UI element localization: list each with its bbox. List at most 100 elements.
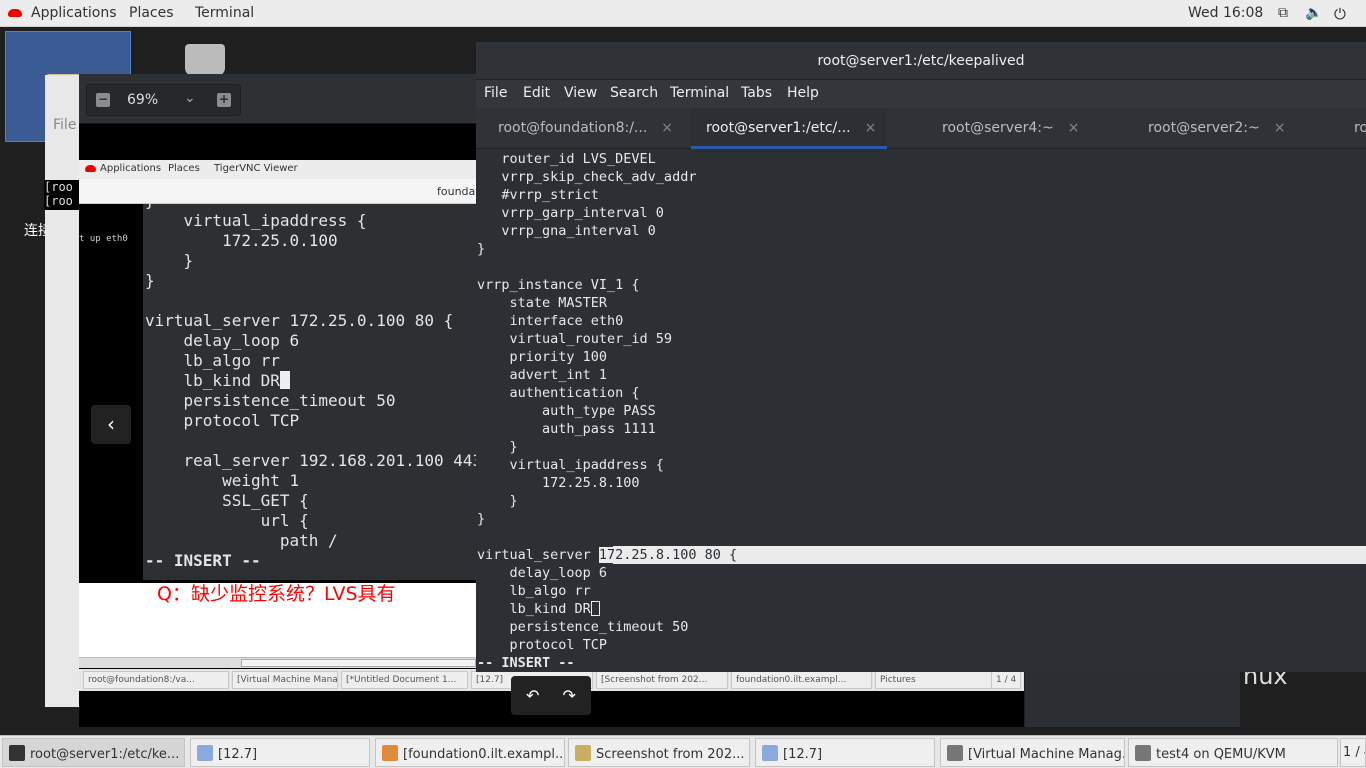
places-menu[interactable]: Places (129, 5, 174, 21)
terminal-window[interactable]: root@server1:/etc/keepalived File Edit Vie… (476, 42, 1366, 672)
tab-label[interactable]: root@server1:/etc/... (706, 120, 851, 136)
menu-search[interactable]: Search (610, 85, 658, 101)
code-line: } (145, 251, 194, 270)
code-line: authentication { (477, 385, 640, 401)
taskbar-item[interactable]: root@server1:/etc/ke... (2, 738, 185, 767)
top-panel: Applications Places Terminal Wed 16:08 ⧉… (0, 0, 1366, 27)
rotate-buttons[interactable]: ↶ ↷ (511, 676, 591, 715)
code-line: SSL_GET { (145, 491, 309, 510)
taskbar-label[interactable]: test4 on QEMU/KVM (1156, 747, 1286, 762)
taskbar-item[interactable]: [12.7] (190, 738, 370, 767)
terminal-tabs: root@foundation8:/... × root@server1:/etc/… (476, 108, 1366, 149)
code-line: virtual_ipaddress { (477, 457, 664, 473)
code-line: persistence_timeout 50 (477, 619, 689, 635)
tab-label[interactable]: root@foundation8:/... (498, 120, 647, 136)
inner-document: Q：缺少监控系统？LVS具有 (79, 583, 476, 657)
viewer-header: − 69% ⌄ + (79, 74, 479, 124)
terminal-tab[interactable]: root@server4:~ × (887, 108, 1093, 149)
chevron-down-icon[interactable]: ⌄ (184, 90, 196, 106)
taskbar-label[interactable]: [Virtual Machine Manag... (968, 747, 1124, 762)
document-text: Q：缺少监控系统？LVS具有 (157, 583, 396, 605)
inner-taskbar-item: [*Untitled Document 1... (341, 671, 468, 689)
tab-label[interactable]: root@server2:~ (1148, 120, 1260, 136)
close-tab-icon[interactable]: × (865, 120, 877, 136)
vim-mode: -- INSERT -- (145, 551, 261, 570)
taskbar-label[interactable]: root@server1:/etc/ke... (30, 747, 179, 762)
virt-manager-icon (1135, 745, 1151, 761)
code-line: lb_kind DR (477, 600, 1366, 618)
zoom-level[interactable]: 69% (127, 92, 158, 108)
taskbar-label[interactable]: [12.7] (783, 747, 822, 762)
trash-icon[interactable] (185, 44, 225, 76)
inner-vim-editor: } virtual_ipaddress { 172.25.0.100 }} vir… (143, 204, 476, 580)
file-menu[interactable]: File (53, 117, 76, 133)
code-line: vrrp_skip_check_adv_addr (477, 169, 697, 185)
taskbar-label[interactable]: [12.7] (218, 747, 257, 762)
menu-file[interactable]: File (484, 85, 507, 101)
terminal-tab[interactable]: ro (1300, 108, 1366, 149)
tab-label[interactable]: root@server4:~ (942, 120, 1054, 136)
inner-workspace-pager: 1 / 4 (991, 671, 1021, 689)
inner-applications-menu: Applications (100, 163, 162, 174)
menu-help[interactable]: Help (787, 85, 819, 101)
rotate-right-icon[interactable]: ↷ (563, 686, 576, 705)
code-line: virtual_router_id 59 (477, 331, 673, 347)
close-tab-icon[interactable]: × (1068, 120, 1080, 136)
zoom-control[interactable]: − 69% ⌄ + (86, 84, 241, 116)
taskbar-label[interactable]: [foundation0.ilt.exampl... (403, 747, 564, 762)
taskbar-item[interactable]: [Virtual Machine Manag... (940, 738, 1125, 767)
terminal-tab[interactable]: root@foundation8:/... × (476, 108, 691, 149)
clock[interactable]: Wed 16:08 (1188, 5, 1263, 21)
inner-taskbar-item: [Screenshot from 202... (596, 671, 728, 689)
code-line: auth_type PASS (477, 403, 656, 419)
power-icon[interactable]: ⏻ (1334, 5, 1346, 23)
inner-scrollbar (79, 657, 476, 668)
previous-image-button[interactable]: ‹ (91, 405, 131, 444)
redhat-icon (8, 9, 22, 17)
network-icon[interactable]: ⧉ (1278, 5, 1288, 21)
code-line: vrrp_instance VI_1 { (477, 277, 640, 293)
code-line: virtual_server 172.25.8.100 80 { (477, 546, 1366, 564)
document-icon (762, 745, 778, 761)
inner-taskbar-item: Pictures (875, 671, 1000, 689)
code-line: } (477, 241, 486, 257)
terminal-vim-editor[interactable]: router_id LVS_DEVEL vrrp_skip_check_adv_… (477, 150, 1366, 672)
taskbar-item[interactable]: test4 on QEMU/KVM (1128, 738, 1338, 767)
menu-terminal[interactable]: Terminal (670, 85, 729, 101)
code-line: } (145, 204, 476, 211)
inner-taskbar-item: root@foundation8:/va... (83, 671, 229, 689)
terminal-menubar: File Edit View Search Terminal Tabs Help (476, 80, 1366, 108)
volume-muted-icon[interactable]: 🔈 (1305, 5, 1322, 21)
virt-manager-icon (947, 745, 963, 761)
applications-menu[interactable]: Applications (31, 5, 117, 21)
terminal-tab[interactable]: root@server1:/etc/... × (691, 108, 887, 149)
close-tab-icon[interactable]: × (661, 120, 673, 136)
zoom-out-button[interactable]: − (96, 93, 110, 107)
code-line: delay_loop 6 (145, 331, 300, 350)
code-line: #vrrp_strict (477, 187, 599, 203)
code-line: url { (145, 511, 309, 530)
close-tab-icon[interactable]: × (1274, 120, 1286, 136)
menu-edit[interactable]: Edit (523, 85, 550, 101)
taskbar-label[interactable]: Screenshot from 202... (596, 747, 744, 762)
selected-text: 172.25.8.100 80 { (598, 547, 738, 563)
code-line: 172.25.0.100 (145, 231, 338, 250)
taskbar-item[interactable]: Screenshot from 202... (568, 738, 750, 767)
taskbar-item[interactable]: [foundation0.ilt.exampl... (375, 738, 565, 767)
code-line: advert_int 1 (477, 367, 608, 383)
menu-tabs[interactable]: Tabs (741, 85, 772, 101)
code-line: 172.25.8.100 (477, 475, 640, 491)
image-viewer-icon (575, 745, 591, 761)
workspace-pager[interactable]: 1 / 4 (1340, 738, 1366, 767)
taskbar-item[interactable]: [12.7] (755, 738, 935, 767)
terminal-menu[interactable]: Terminal (195, 5, 254, 21)
menu-view[interactable]: View (564, 85, 597, 101)
terminal-tab[interactable]: root@server2:~ × (1093, 108, 1300, 149)
rotate-left-icon[interactable]: ↶ (526, 686, 539, 705)
code-line: virtual_server 172.25.0.100 80 { (145, 311, 454, 330)
tab-label[interactable]: ro (1354, 120, 1366, 136)
zoom-in-button[interactable]: + (217, 93, 231, 107)
